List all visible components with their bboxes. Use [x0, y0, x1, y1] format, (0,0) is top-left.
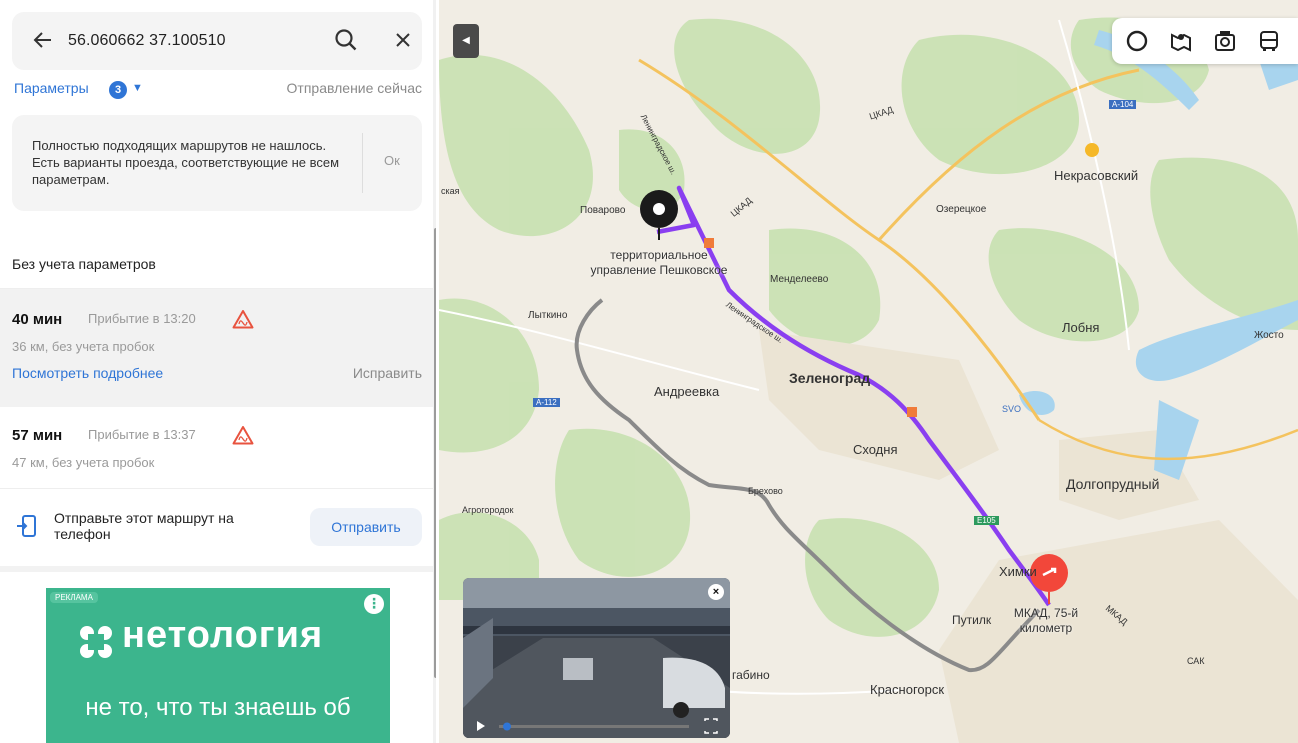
map-label: ская: [441, 186, 460, 196]
map-label: А-104: [1109, 100, 1137, 109]
route-panel: 56.060662 37.100510 Параметры 3 ▼ Отправ…: [0, 0, 436, 743]
map-label: Красногорск: [870, 682, 945, 697]
ad-slogan: не то, что ты знаешь об: [85, 694, 351, 721]
traffic-icon[interactable]: [1124, 29, 1150, 53]
ok-button[interactable]: Ок: [384, 153, 400, 168]
fix-link[interactable]: Исправить: [353, 365, 422, 381]
more-icon[interactable]: ⋮: [364, 594, 384, 614]
search-bar: 56.060662 37.100510: [12, 12, 422, 70]
map-label: Химки: [999, 564, 1037, 579]
video-controls: [477, 718, 718, 734]
phone-send-icon: [17, 515, 36, 537]
map-view[interactable]: ЦКАД ЦКАД А-104 Некрасовский Озерецкое П…: [439, 0, 1298, 743]
route-distance: 36 км, без учета пробок: [12, 339, 155, 354]
map-layers-toolbar: [1112, 18, 1298, 64]
panorama-icon[interactable]: [1168, 29, 1194, 53]
divider: [0, 566, 436, 572]
fullscreen-icon: [704, 718, 718, 734]
search-input[interactable]: 56.060662 37.100510: [68, 32, 226, 50]
ad-tag: РЕКЛАМА: [50, 592, 98, 603]
route-distance: 47 км, без учета пробок: [12, 455, 155, 470]
warning-triangle-icon: [232, 310, 254, 329]
map-label: САК: [1187, 656, 1205, 666]
map-label: Е105: [974, 516, 999, 525]
route-option-1[interactable]: 40 мин Прибытие в 13:20 36 км, без учета…: [0, 289, 436, 407]
map-label: Брехово: [748, 486, 783, 496]
map-label: SVO: [1002, 404, 1022, 414]
map-label: Менделеево: [770, 274, 829, 285]
notice-text: Полностью подходящих маршрутов не нашлос…: [32, 138, 340, 187]
route-arrival: Прибытие в 13:37: [88, 427, 196, 442]
map-label: Лобня: [1062, 320, 1100, 335]
start-pin-icon: [640, 190, 678, 240]
video-player[interactable]: ×: [463, 578, 730, 738]
send-to-phone-text: Отправьте этот маршрут на телефон: [54, 510, 234, 542]
ad-banner[interactable]: РЕКЛАМА ⋮ нетология не то, что ты знаешь…: [46, 588, 390, 743]
bus-icon[interactable]: [1256, 29, 1282, 53]
chevron-down-icon[interactable]: ▼: [132, 82, 143, 94]
ad-brand: нетология: [122, 614, 324, 656]
map-label: Агрогородок: [462, 505, 514, 515]
details-link[interactable]: Посмотреть подробнее: [12, 365, 163, 381]
map-label: Поварово: [580, 205, 626, 216]
send-to-phone-row: Отправьте этот маршрут на телефон Отправ…: [0, 490, 436, 564]
section-heading: Без учета параметров: [12, 256, 156, 272]
map-label: Андреевка: [654, 384, 720, 399]
route-arrival: Прибытие в 13:20: [88, 311, 196, 326]
map-label: Зеленоград: [789, 370, 871, 386]
scrollbar-thumb[interactable]: [434, 228, 436, 678]
map-label: Жосто: [1254, 330, 1284, 341]
divider: [362, 133, 363, 193]
route-duration: 40 мин: [12, 311, 63, 328]
departure-time-link[interactable]: Отправление сейчас: [287, 80, 422, 96]
netology-logo-icon: [80, 626, 112, 658]
arrow-left-icon[interactable]: [32, 29, 54, 51]
map-label: Лыткино: [528, 310, 568, 321]
close-icon[interactable]: [392, 29, 414, 51]
map-label: Путилк: [952, 613, 992, 627]
end-place-label[interactable]: МКАД, 75-й километр: [1006, 606, 1086, 636]
route-duration: 57 мин: [12, 427, 63, 444]
camera-icon[interactable]: [1212, 29, 1238, 53]
params-row: Параметры 3 ▼ Отправление сейчас: [14, 80, 424, 100]
route-option-2[interactable]: 57 мин Прибытие в 13:37 47 км, без учета…: [0, 407, 436, 489]
params-count-badge[interactable]: 3: [109, 81, 127, 99]
params-link[interactable]: Параметры: [14, 80, 89, 96]
map-label: Долгопрудный: [1066, 476, 1160, 492]
map-label: габино: [732, 668, 770, 682]
map-label: Некрасовский: [1054, 168, 1139, 183]
play-icon: [477, 721, 485, 731]
map-label: Озерецкое: [936, 204, 987, 215]
close-icon[interactable]: ×: [708, 584, 724, 600]
collapse-panel-button[interactable]: ◀: [453, 24, 479, 58]
search-icon[interactable]: [332, 26, 360, 54]
warning-triangle-icon: [232, 426, 254, 445]
no-routes-notice: Полностью подходящих маршрутов не нашлос…: [12, 115, 422, 211]
map-label: А-112: [533, 398, 560, 407]
send-button[interactable]: Отправить: [310, 508, 422, 546]
map-label: Сходня: [853, 442, 898, 457]
start-place-label[interactable]: территориальное управление Пешковское: [584, 248, 734, 278]
